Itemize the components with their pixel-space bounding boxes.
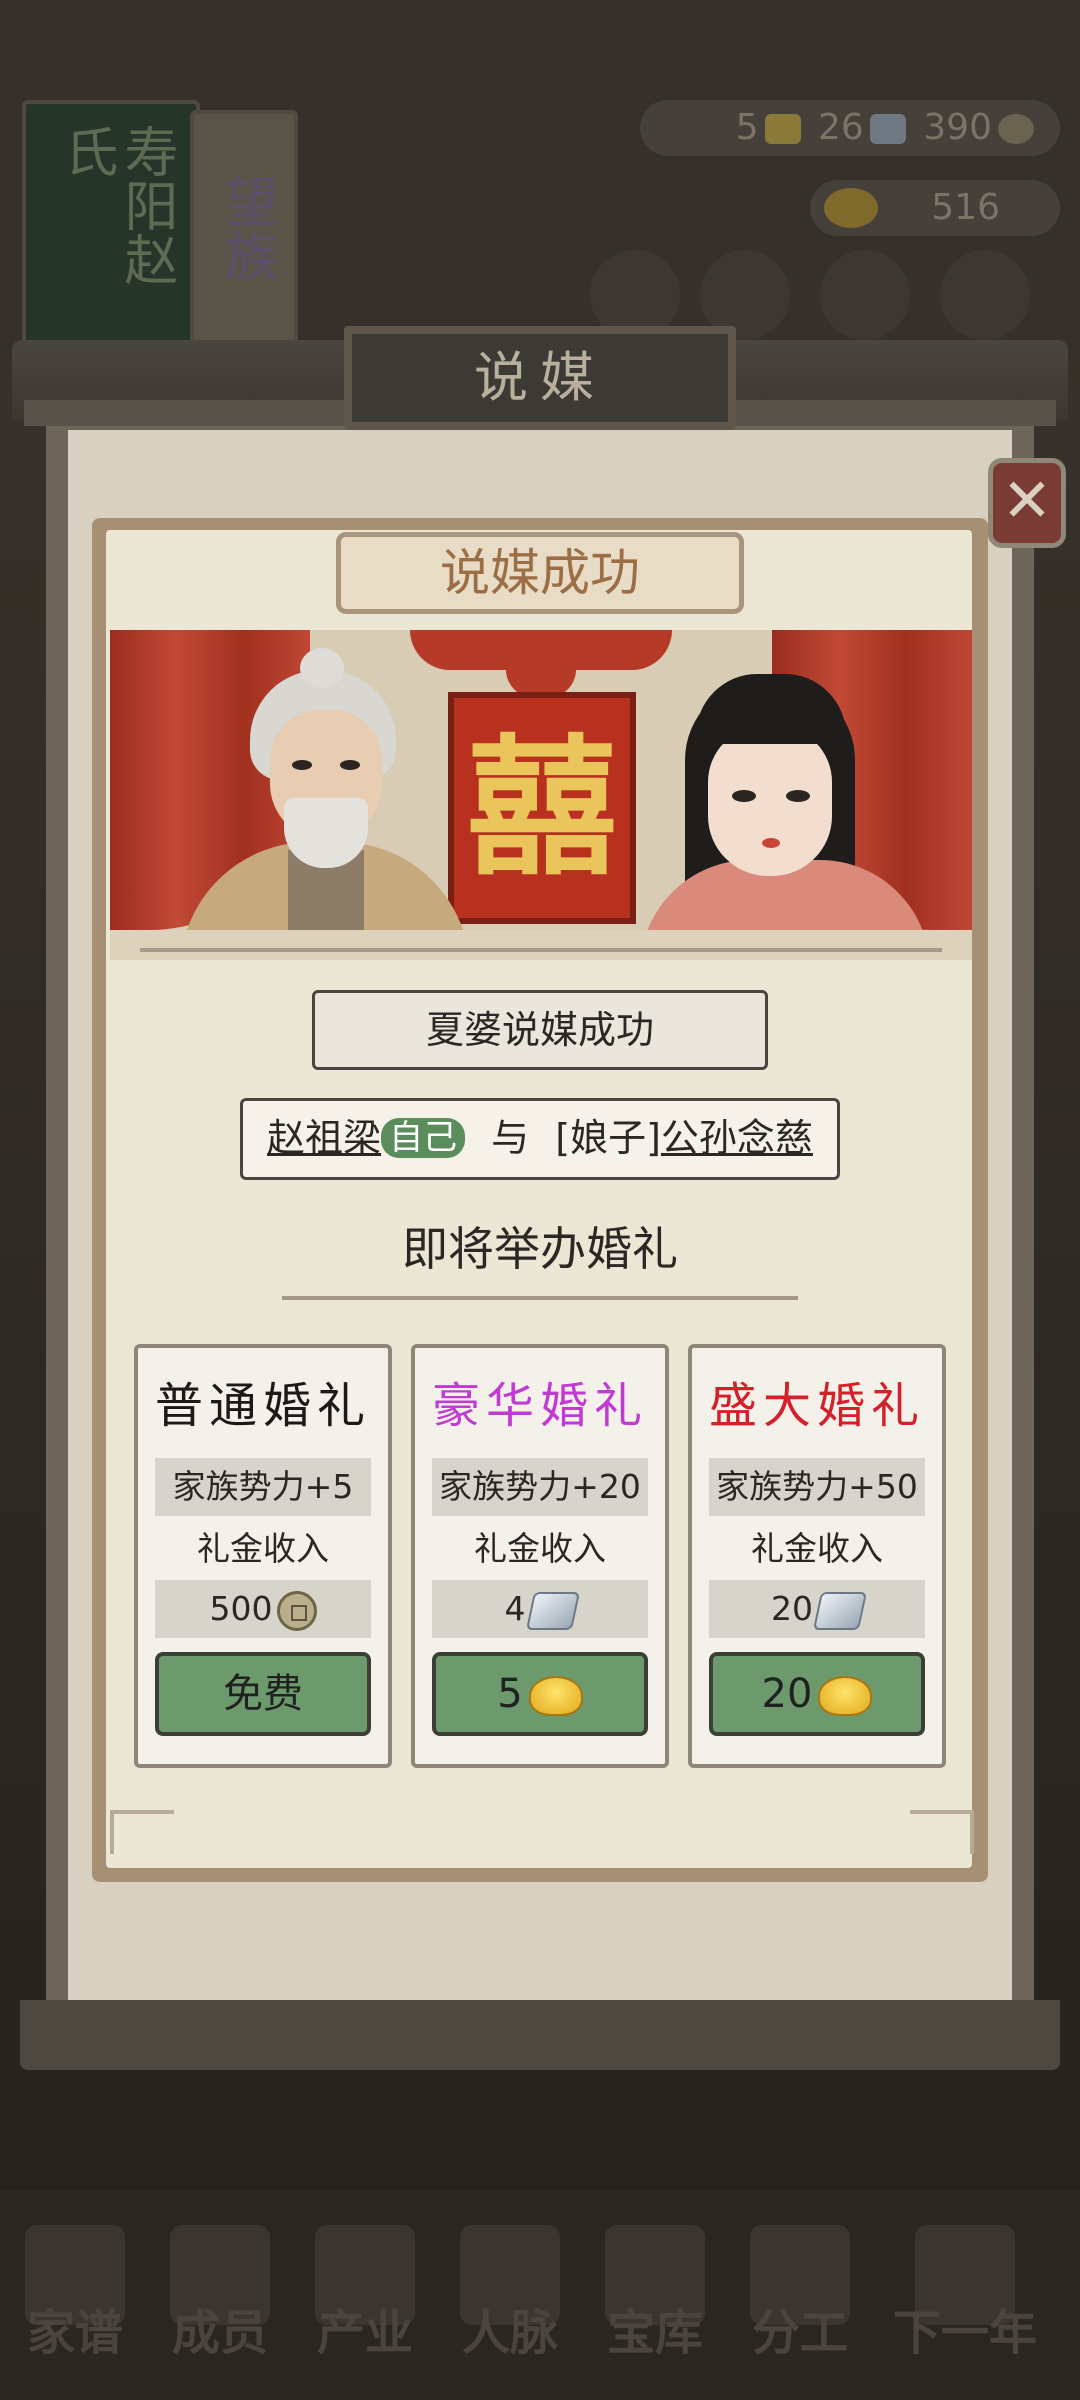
option-income-value: 20 [771, 1589, 813, 1628]
gold-icon [824, 188, 878, 228]
resource-item3-value: 390 [923, 107, 992, 148]
clan-book-label: 望族 [215, 174, 278, 282]
silver-ingot-icon [525, 1591, 580, 1630]
nav-members[interactable]: 成员 [155, 2225, 285, 2385]
scene-floor [110, 930, 972, 960]
coin-icon [998, 114, 1034, 144]
nav-connections[interactable]: 人脉 [445, 2225, 575, 2385]
upcoming-wedding-text: 即将举办婚礼 [402, 1222, 678, 1276]
double-happiness-char: 囍 [466, 720, 617, 896]
eye [786, 790, 810, 802]
nav-assignment[interactable]: 分工 [735, 2225, 865, 2385]
menu-icon [940, 250, 1030, 340]
self-badge: 自己 [381, 1117, 466, 1158]
wedding-scene: 囍 [110, 630, 972, 960]
section-divider [282, 1296, 798, 1300]
option-title: 盛大婚礼 [708, 1378, 925, 1434]
option-luxury-button[interactable]: 5 [432, 1652, 648, 1736]
silver-ingot-icon [812, 1591, 868, 1630]
clan-book: 望族 [190, 110, 298, 348]
nav-treasury[interactable]: 宝库 [590, 2225, 720, 2385]
window-base [20, 2000, 1060, 2070]
option-cost: 20 [761, 1671, 813, 1717]
token-icon [764, 114, 801, 144]
eye [340, 760, 360, 770]
option-cost: 5 [497, 1671, 523, 1717]
nav-label: 产业 [316, 2305, 413, 2361]
corner-ornament [110, 1810, 174, 1854]
eye [292, 760, 312, 770]
resource-bar: 5 26 390 [640, 100, 1060, 156]
result-banner-text: 说媒成功 [440, 544, 640, 602]
bride-name[interactable]: 公孙念慈 [661, 1116, 813, 1160]
nav-industry[interactable]: 产业 [300, 2225, 430, 2385]
option-income-label: 礼金收入 [474, 1529, 606, 1568]
nav-label: 分工 [751, 2305, 848, 2361]
scene-divider [140, 948, 942, 952]
gold-value: 516 [931, 187, 1000, 228]
resource-item1-value: 5 [735, 107, 759, 148]
option-title: 豪华婚礼 [431, 1378, 648, 1434]
family-book: 寿阳赵氏 [22, 100, 200, 348]
nav-label: 家谱 [26, 2305, 123, 2361]
gold-ingot-icon [528, 1676, 583, 1716]
bride-title: [娘子] [555, 1116, 661, 1160]
bride-lips [762, 838, 780, 848]
silver-icon [869, 114, 906, 144]
gold-ingot-icon [818, 1676, 873, 1716]
option-income-label: 礼金收入 [197, 1529, 329, 1568]
close-button[interactable]: ✕ [988, 458, 1066, 548]
nav-label: 下一年 [892, 2305, 1037, 2361]
groom-bun [300, 648, 344, 688]
eye [732, 790, 756, 802]
nav-next-year[interactable]: 下一年 [870, 2225, 1060, 2385]
corner-ornament [910, 1810, 974, 1854]
groom-name[interactable]: 赵祖梁 [267, 1116, 381, 1160]
menu-icon [820, 250, 910, 340]
option-title: 普通婚礼 [154, 1378, 371, 1434]
ribbon-flower [506, 640, 576, 700]
option-income-value: 4 [504, 1589, 526, 1628]
option-influence: 家族势力+20 [439, 1467, 641, 1506]
close-icon: ✕ [1001, 466, 1053, 536]
option-income-value: 500 [209, 1589, 273, 1628]
match-result-text: 夏婆说媒成功 [425, 1008, 654, 1052]
window-title: 说媒 [474, 346, 606, 409]
gold-bar: 516 [810, 180, 1060, 236]
copper-coin-icon [276, 1590, 317, 1631]
option-income: 20 [709, 1580, 925, 1638]
option-normal-button[interactable]: 免费 [155, 1652, 371, 1736]
connector-text: 与 [491, 1116, 530, 1160]
nav-label: 宝库 [606, 2305, 703, 2361]
family-book-label: 寿阳赵氏 [55, 124, 178, 286]
option-influence: 家族势力+5 [172, 1467, 354, 1506]
nav-label: 成员 [171, 2305, 268, 2361]
nav-label: 人脉 [461, 2305, 558, 2361]
resource-item2-value: 26 [818, 107, 864, 148]
couple-names: 赵祖梁 自己 与 [娘子]公孙念慈 [240, 1098, 840, 1180]
option-income-label: 礼金收入 [751, 1529, 883, 1568]
nav-family-tree[interactable]: 家谱 [10, 2225, 140, 2385]
bride-face [708, 726, 832, 876]
option-grand-button[interactable]: 20 [709, 1652, 925, 1736]
option-cost: 免费 [223, 1671, 303, 1717]
option-income: 4 [432, 1580, 648, 1638]
option-income: 500 [155, 1580, 371, 1638]
option-influence: 家族势力+50 [716, 1467, 918, 1506]
